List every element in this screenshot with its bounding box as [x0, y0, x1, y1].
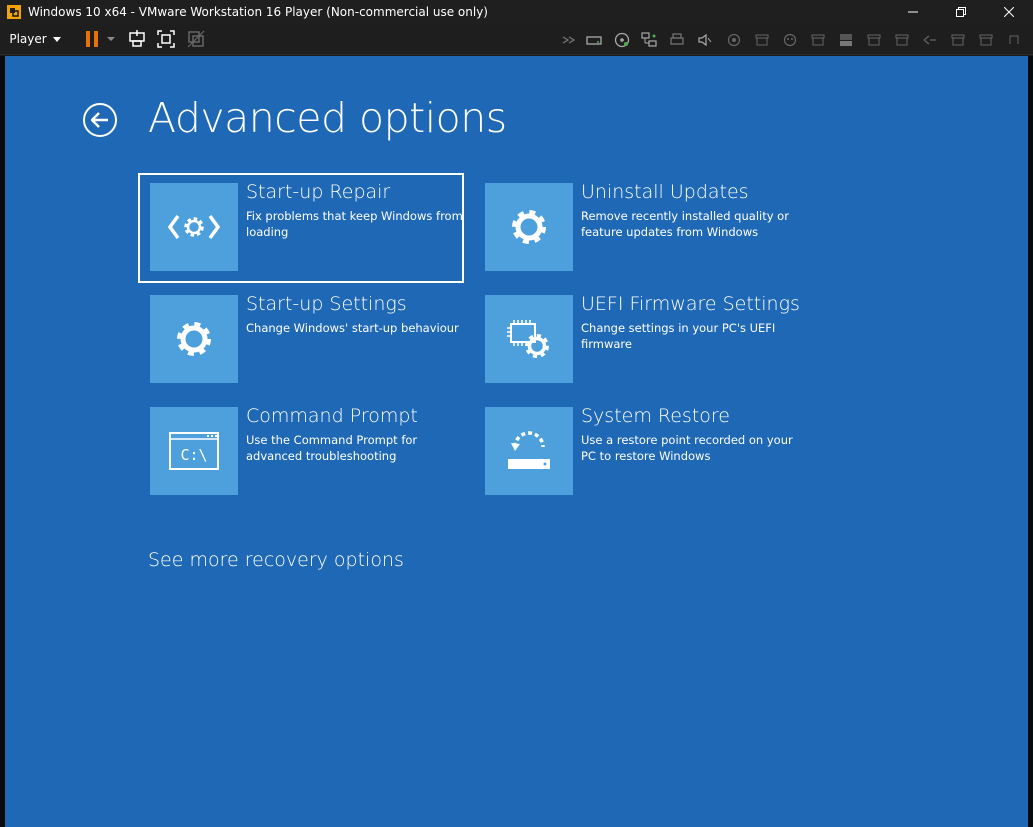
maximize-button[interactable]	[937, 0, 985, 24]
tile-icon-box	[150, 183, 238, 271]
system-restore-icon	[508, 431, 550, 469]
minimize-button[interactable]	[889, 0, 937, 24]
usb-icon[interactable]	[810, 32, 826, 48]
player-menu-button[interactable]: Player	[4, 27, 66, 51]
minimize-icon	[908, 11, 918, 13]
close-button[interactable]	[985, 0, 1033, 24]
vmware-player-icon	[7, 5, 21, 19]
player-menu-label: Player	[9, 32, 47, 46]
command-prompt-icon: C:\	[169, 432, 219, 470]
pause-dropdown-icon[interactable]	[106, 30, 116, 48]
unity-icon[interactable]	[187, 30, 205, 48]
tile-icon-box	[485, 183, 573, 271]
tile-startup-repair[interactable]: Start-up Repair Fix problems that keep W…	[138, 173, 464, 283]
tile-description: Use the Command Prompt for advanced trou…	[246, 433, 418, 463]
gear-icon	[177, 322, 211, 356]
window-controls	[889, 0, 1033, 24]
tile-title: System Restore	[581, 405, 730, 427]
tile-description: Fix problems that keep Windows from load…	[246, 209, 463, 239]
usb-icon[interactable]	[978, 32, 994, 48]
tile-command-prompt[interactable]: C:\ Command Prompt Use the Command Promp…	[140, 399, 462, 505]
usb-icon[interactable]	[782, 32, 798, 48]
tile-description: Use a restore point recorded on your PC …	[581, 433, 793, 463]
hard-disk-icon[interactable]	[586, 32, 602, 48]
tile-uefi-firmware-settings[interactable]: UEFI Firmware Settings Change settings i…	[475, 287, 800, 393]
printer-icon[interactable]	[669, 32, 685, 48]
vmware-window: Windows 10 x64 - VMware Workstation 16 P…	[0, 0, 1033, 827]
send-ctrl-alt-del-icon[interactable]	[128, 30, 146, 48]
chevron-down-icon	[52, 36, 61, 42]
title-bar: Windows 10 x64 - VMware Workstation 16 P…	[0, 0, 1033, 24]
window-title: Windows 10 x64 - VMware Workstation 16 P…	[28, 5, 488, 19]
back-button[interactable]	[83, 103, 117, 137]
tile-icon-box	[485, 407, 573, 495]
sound-icon[interactable]	[697, 32, 713, 48]
back-arrow-icon	[91, 112, 108, 128]
tile-title: Start-up Repair	[246, 181, 391, 203]
pause-icon[interactable]	[84, 30, 102, 48]
toolbar: Player	[0, 24, 1033, 55]
tile-title: Uninstall Updates	[581, 181, 749, 203]
tile-description: Remove recently installed quality or fea…	[581, 209, 789, 239]
usb-icon[interactable]	[950, 32, 966, 48]
vm-screen[interactable]: Advanced options Start-up Repair Fix pro…	[5, 56, 1028, 827]
tile-startup-settings[interactable]: Start-up Settings Change Windows' start-…	[140, 287, 462, 393]
usb-icon[interactable]	[866, 32, 882, 48]
right-edge	[1028, 56, 1033, 827]
usb-icon[interactable]	[1006, 32, 1022, 48]
hard-disk-icon[interactable]	[838, 32, 854, 48]
usb-icon[interactable]	[922, 32, 938, 48]
tile-icon-box: C:\	[150, 407, 238, 495]
page-title: Advanced options	[148, 94, 507, 142]
command-prompt-glyph: C:\	[180, 446, 207, 464]
fullscreen-icon[interactable]	[157, 30, 175, 48]
usb-icon[interactable]	[754, 32, 770, 48]
network-icon[interactable]	[561, 32, 577, 48]
tile-icon-box	[485, 295, 573, 383]
tile-uninstall-updates[interactable]: Uninstall Updates Remove recently instal…	[475, 175, 797, 281]
tile-description: Change Windows' start-up behaviour	[246, 321, 459, 335]
tile-title: Start-up Settings	[246, 293, 407, 315]
tile-system-restore[interactable]: System Restore Use a restore point recor…	[475, 399, 797, 505]
gear-icon	[512, 210, 546, 244]
tile-title: Command Prompt	[246, 405, 418, 427]
cd-dvd-icon[interactable]	[614, 32, 630, 48]
usb-icon[interactable]	[894, 32, 910, 48]
close-icon	[1004, 7, 1014, 17]
tile-icon-box	[150, 295, 238, 383]
maximize-icon	[956, 7, 966, 17]
network-adapter-icon[interactable]	[641, 32, 657, 48]
tile-description: Change settings in your PC's UEFI firmwa…	[581, 321, 776, 351]
tile-title: UEFI Firmware Settings	[581, 293, 800, 315]
startup-repair-icon	[168, 214, 220, 240]
see-more-recovery-options-link[interactable]: See more recovery options	[148, 549, 404, 571]
usb-icon[interactable]	[726, 32, 742, 48]
firmware-chip-gear-icon	[507, 320, 549, 358]
